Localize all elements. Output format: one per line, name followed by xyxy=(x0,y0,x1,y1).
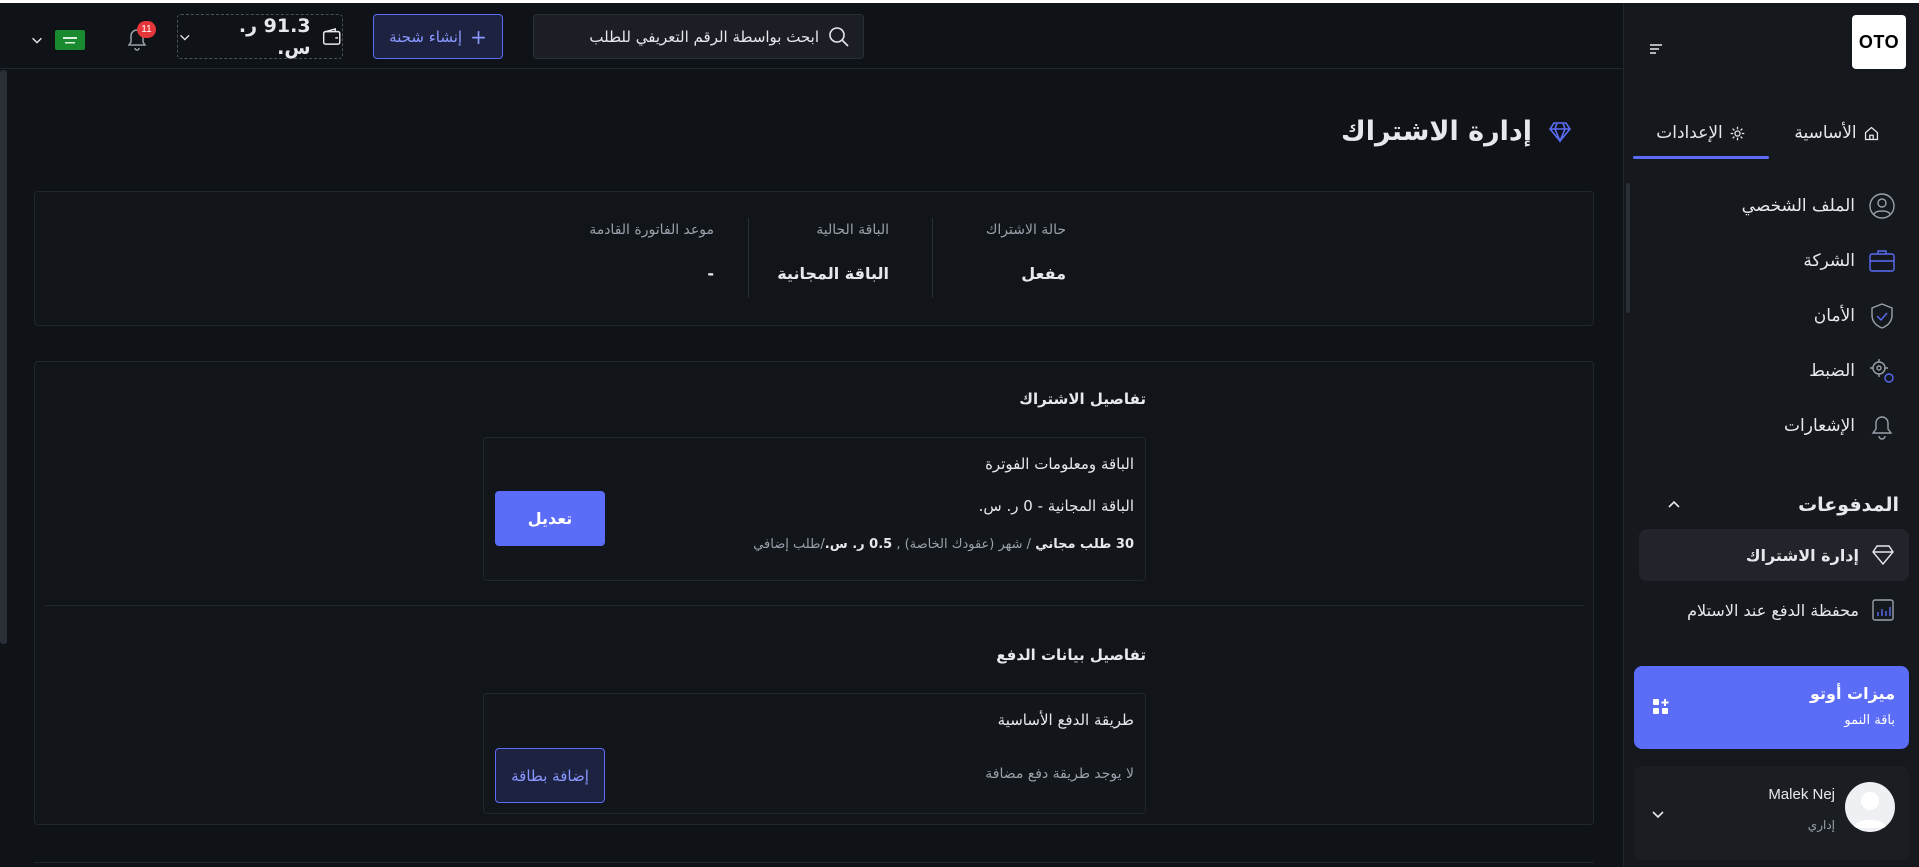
wallet-balance-button[interactable]: 91.3 ر. س. xyxy=(177,14,343,59)
avatar-placeholder-icon xyxy=(1853,792,1887,828)
subscription-details-heading: تفاصيل الاشتراك xyxy=(1019,390,1146,408)
sidebar-item-security[interactable]: الأمان xyxy=(1647,288,1897,343)
sidebar-item-subscription[interactable]: إدارة الاشتراك xyxy=(1639,529,1909,581)
payment-details-heading: تفاصيل بيانات الدفع xyxy=(996,646,1146,664)
tab-home-label: الأساسية xyxy=(1794,123,1857,143)
flag-emblem xyxy=(63,37,77,44)
bell-icon xyxy=(1871,415,1893,440)
search-input[interactable] xyxy=(559,27,819,46)
plan-billing-box: الباقة ومعلومات الفوترة الباقة المجانية … xyxy=(483,437,1146,581)
page-title: إدارة الاشتراك xyxy=(1341,116,1574,147)
current-plan-label: الباقة الحالية xyxy=(816,222,889,238)
sidebar-item-preferences[interactable]: الضبط xyxy=(1647,343,1897,398)
settings-nav: الملف الشخصي الشركة الأمان الضبط الإشعار… xyxy=(1647,178,1897,453)
edit-plan-button[interactable]: تعديل xyxy=(495,491,605,546)
plus-icon: + xyxy=(470,24,487,49)
chevron-down-icon xyxy=(1652,811,1664,819)
sidebar-item-cod-wallet[interactable]: محفظة الدفع عند الاستلام xyxy=(1639,584,1909,636)
divider xyxy=(932,218,933,298)
subscription-status-card: حالة الاشتراك مفعل الباقة الحالية الباقة… xyxy=(34,191,1594,326)
notifications-count-badge: 11 xyxy=(137,21,156,38)
promo-subtitle: باقة النمو xyxy=(1844,713,1895,728)
sidebar-item-label: الملف الشخصي xyxy=(1741,195,1855,216)
sidebar-item-profile[interactable]: الملف الشخصي xyxy=(1647,178,1897,233)
promo-title: ميزات أوتو xyxy=(1810,684,1895,703)
saudi-flag-icon[interactable] xyxy=(55,30,85,50)
search-icon xyxy=(829,26,849,47)
oto-logo[interactable]: OTO xyxy=(1852,15,1906,69)
subscription-status-value: مفعل xyxy=(1021,264,1066,283)
main-scrollbar[interactable] xyxy=(0,70,7,644)
sidebar-tabs: الأساسية الإعدادات xyxy=(1633,107,1905,159)
plan-price-line: الباقة المجانية - 0 ر. س. xyxy=(978,497,1134,515)
sidebar-item-notifications[interactable]: الإشعارات xyxy=(1647,398,1897,453)
sidebar-item-label: إدارة الاشتراك xyxy=(1745,545,1859,565)
per-extra-order: /طلب إضافي xyxy=(753,537,825,552)
home-icon xyxy=(1864,126,1878,140)
payments-section-header[interactable]: المدفوعات xyxy=(1649,487,1899,523)
plan-billing-title: الباقة ومعلومات الفوترة xyxy=(985,455,1134,473)
no-payment-method-text: لا يوجد طريقة دفع مضافة xyxy=(985,766,1134,782)
sidebar-item-company[interactable]: الشركة xyxy=(1647,233,1897,288)
section-divider xyxy=(45,605,1585,606)
diamond-icon xyxy=(1872,545,1894,566)
tab-home[interactable]: الأساسية xyxy=(1769,107,1905,159)
wallet-chart-icon xyxy=(1872,599,1894,621)
sidebar: OTO الأساسية الإعدادات الملف الشخصي الشر… xyxy=(1623,3,1919,867)
next-card-edge xyxy=(34,862,1594,867)
oto-features-promo[interactable]: ميزات أوتو باقة النمو xyxy=(1634,666,1909,749)
sidebar-item-label: الضبط xyxy=(1809,360,1855,381)
user-profile-card[interactable]: Malek Nej إداري xyxy=(1634,766,1909,860)
next-invoice-value: - xyxy=(707,264,714,283)
sidebar-scrollbar[interactable] xyxy=(1626,183,1630,313)
order-search-box[interactable] xyxy=(533,14,864,59)
plan-usage-line: 30 طلب مجاني / شهر (عقودك الخاصة) , 0.5 … xyxy=(753,537,1134,552)
tab-settings[interactable]: الإعدادات xyxy=(1633,107,1769,159)
create-shipment-button[interactable]: + إنشاء شحنة xyxy=(373,14,503,59)
user-circle-icon xyxy=(1869,192,1895,219)
gears-icon xyxy=(1870,358,1894,383)
wallet-icon xyxy=(322,27,341,45)
per-month: / شهر (عقودك الخاصة) , xyxy=(896,537,1032,552)
next-invoice-label: موعد الفاتورة القادمة xyxy=(589,222,714,238)
briefcase-icon xyxy=(1869,249,1895,272)
page-title-text: إدارة الاشتراك xyxy=(1341,116,1532,147)
sidebar-item-label: الشركة xyxy=(1803,250,1855,271)
subscription-status-label: حالة الاشتراك xyxy=(985,222,1066,238)
user-name: Malek Nej xyxy=(1768,786,1835,803)
extra-price: 0.5 ر. س. xyxy=(824,537,893,552)
create-shipment-label: إنشاء شحنة xyxy=(389,27,463,46)
add-card-button[interactable]: إضافة بطاقة xyxy=(495,748,605,803)
payment-method-title: طريقة الدفع الأساسية xyxy=(997,711,1134,729)
avatar xyxy=(1845,782,1895,832)
wallet-amount: 91.3 ر. س. xyxy=(238,14,311,59)
tab-settings-label: الإعدادات xyxy=(1656,123,1723,143)
diamond-icon xyxy=(1549,121,1571,143)
payment-method-box: طريقة الدفع الأساسية لا يوجد طريقة دفع م… xyxy=(483,693,1146,814)
user-role: إداري xyxy=(1807,818,1835,832)
payments-section-title: المدفوعات xyxy=(1798,494,1899,516)
language-chevron-down-icon[interactable] xyxy=(30,33,44,47)
chevron-up-icon xyxy=(1668,500,1680,508)
sidebar-item-label: الإشعارات xyxy=(1784,415,1855,436)
chevron-down-icon xyxy=(180,34,190,41)
shield-check-icon xyxy=(1871,302,1893,329)
apps-add-icon xyxy=(1653,699,1669,714)
free-orders: 30 طلب مجاني xyxy=(1035,537,1134,552)
sidebar-item-label: محفظة الدفع عند الاستلام xyxy=(1687,600,1859,620)
sidebar-item-label: الأمان xyxy=(1813,305,1855,326)
divider xyxy=(748,218,749,298)
current-plan-value: الباقة المجانية xyxy=(777,264,889,283)
menu-toggle-icon[interactable] xyxy=(1646,39,1666,59)
gear-icon xyxy=(1730,126,1745,140)
top-bar: + إنشاء شحنة 91.3 ر. س. 11 xyxy=(0,3,1623,69)
subscription-details-card: تفاصيل الاشتراك الباقة ومعلومات الفوترة … xyxy=(34,361,1594,825)
